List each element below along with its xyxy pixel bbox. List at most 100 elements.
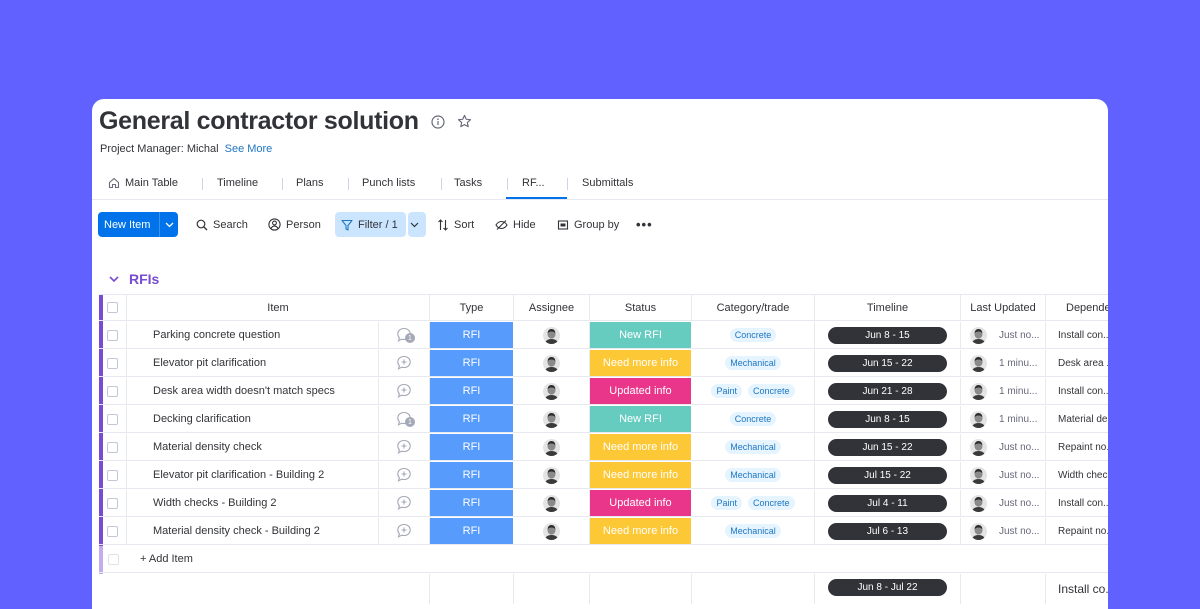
- timeline-cell[interactable]: Jul 15 - 22: [815, 462, 961, 489]
- tab-main-table[interactable]: Main Table: [108, 177, 178, 189]
- type-cell[interactable]: RFI: [430, 434, 514, 461]
- timeline-range[interactable]: Jul 6 - 13: [828, 522, 947, 540]
- assignee-cell[interactable]: [514, 490, 590, 517]
- assignee-cell[interactable]: [514, 434, 590, 461]
- add-update-icon[interactable]: [396, 439, 412, 455]
- type-cell[interactable]: RFI: [430, 378, 514, 405]
- category-cell[interactable]: Mechanical: [692, 350, 815, 377]
- item-name-cell[interactable]: Material density check - Building 2: [127, 518, 379, 545]
- chevron-down-icon[interactable]: [160, 222, 178, 228]
- column-header-item[interactable]: Item: [127, 294, 430, 321]
- table-row[interactable]: Decking clarification 1 RFI New RFI Concrete…: [99, 406, 1108, 434]
- timeline-range[interactable]: Jun 15 - 22: [828, 438, 947, 456]
- column-header-assignee[interactable]: Assignee: [514, 294, 590, 321]
- item-name-cell[interactable]: Elevator pit clarification: [127, 350, 379, 377]
- dependency-text[interactable]: Install con...: [1058, 386, 1108, 397]
- assignee-cell[interactable]: [514, 350, 590, 377]
- table-row[interactable]: Elevator pit clarification RFI Need more i…: [99, 350, 1108, 378]
- type-cell[interactable]: RFI: [430, 350, 514, 377]
- item-name[interactable]: Desk area width doesn't match specs: [153, 385, 335, 397]
- add-item-row[interactable]: + Add Item: [99, 546, 1108, 574]
- tab-plans[interactable]: Plans: [296, 177, 324, 189]
- row-checkbox-cell[interactable]: [99, 378, 127, 405]
- column-header-last-updated[interactable]: Last Updated: [961, 294, 1046, 321]
- timeline-cell[interactable]: Jul 4 - 11: [815, 490, 961, 517]
- timeline-cell[interactable]: Jun 21 - 28: [815, 378, 961, 405]
- info-icon[interactable]: [431, 114, 445, 129]
- updates-cell[interactable]: [379, 378, 430, 405]
- dependency-cell[interactable]: Desk area ...: [1046, 350, 1108, 377]
- add-update-icon[interactable]: [396, 523, 412, 539]
- row-checkbox-cell[interactable]: [99, 518, 127, 545]
- category-cell[interactable]: Paint Concrete: [692, 490, 815, 517]
- select-all-cell[interactable]: [99, 294, 127, 321]
- row-checkbox-cell[interactable]: [99, 406, 127, 433]
- dependency-text[interactable]: Width chec...: [1058, 470, 1108, 481]
- status-cell[interactable]: Updated info: [590, 490, 692, 517]
- add-update-icon[interactable]: [396, 467, 412, 483]
- category-cell[interactable]: Concrete: [692, 406, 815, 433]
- timeline-range[interactable]: Jun 15 - 22: [828, 354, 947, 372]
- table-row[interactable]: Width checks - Building 2 RFI Updated info…: [99, 490, 1108, 518]
- row-checkbox[interactable]: [107, 497, 118, 509]
- dependency-cell[interactable]: Install con...: [1046, 490, 1108, 517]
- updates-cell[interactable]: 1: [379, 322, 430, 349]
- filter-button[interactable]: Filter / 1: [335, 212, 406, 237]
- new-item-button[interactable]: New Item: [98, 212, 178, 237]
- add-item-label[interactable]: + Add Item: [140, 553, 193, 565]
- tab-submittals[interactable]: Submittals: [582, 177, 633, 189]
- item-name[interactable]: Elevator pit clarification: [153, 357, 266, 369]
- column-header-dependency[interactable]: Depende...: [1046, 294, 1108, 321]
- type-cell[interactable]: RFI: [430, 490, 514, 517]
- dependency-cell[interactable]: Repaint no...: [1046, 434, 1108, 461]
- updates-cell[interactable]: 1: [379, 406, 430, 433]
- item-name-cell[interactable]: Elevator pit clarification - Building 2: [127, 462, 379, 489]
- category-cell[interactable]: Paint Concrete: [692, 378, 815, 405]
- dependency-text[interactable]: Install con...: [1058, 498, 1108, 509]
- row-checkbox[interactable]: [107, 525, 118, 537]
- select-all-checkbox[interactable]: [107, 302, 118, 313]
- timeline-range[interactable]: Jun 8 - 15: [828, 410, 947, 428]
- column-header-type[interactable]: Type: [430, 294, 514, 321]
- group-title[interactable]: RFIs: [129, 271, 159, 287]
- assignee-cell[interactable]: [514, 322, 590, 349]
- person-filter-button[interactable]: Person: [268, 212, 321, 237]
- table-row[interactable]: Material density check - Building 2 RFI Ne…: [99, 518, 1108, 546]
- see-more-link[interactable]: See More: [225, 143, 273, 155]
- type-cell[interactable]: RFI: [430, 406, 514, 433]
- dependency-cell[interactable]: Repaint no...: [1046, 518, 1108, 545]
- row-checkbox[interactable]: [107, 469, 118, 481]
- timeline-cell[interactable]: Jun 8 - 15: [815, 406, 961, 433]
- timeline-range[interactable]: Jul 4 - 11: [828, 494, 947, 512]
- tab-rfis[interactable]: RF...: [522, 177, 545, 189]
- assignee-cell[interactable]: [514, 518, 590, 545]
- dependency-cell[interactable]: Install con...: [1046, 378, 1108, 405]
- item-name-cell[interactable]: Width checks - Building 2: [127, 490, 379, 517]
- group-header[interactable]: RFIs: [109, 271, 159, 287]
- hide-button[interactable]: Hide: [495, 212, 536, 237]
- table-row[interactable]: Parking concrete question 1 RFI New RFI Conc…: [99, 322, 1108, 350]
- timeline-cell[interactable]: Jun 15 - 22: [815, 350, 961, 377]
- chevron-down-icon[interactable]: [109, 275, 119, 283]
- tab-punch-lists[interactable]: Punch lists: [362, 177, 415, 189]
- table-row[interactable]: Material density check RFI Need more info M…: [99, 434, 1108, 462]
- dependency-text[interactable]: Desk area ...: [1058, 358, 1108, 369]
- dependency-text[interactable]: Repaint no...: [1058, 442, 1108, 453]
- item-name-cell[interactable]: Material density check: [127, 434, 379, 461]
- category-cell[interactable]: Mechanical: [692, 462, 815, 489]
- type-cell[interactable]: RFI: [430, 322, 514, 349]
- status-cell[interactable]: Need more info: [590, 518, 692, 545]
- type-cell[interactable]: RFI: [430, 518, 514, 545]
- row-checkbox-cell[interactable]: [99, 490, 127, 517]
- item-name-cell[interactable]: Parking concrete question: [127, 322, 379, 349]
- status-cell[interactable]: Need more info: [590, 434, 692, 461]
- chevron-down-icon[interactable]: [408, 212, 426, 237]
- timeline-cell[interactable]: Jul 6 - 13: [815, 518, 961, 545]
- dependency-cell[interactable]: Install con...: [1046, 322, 1108, 349]
- status-cell[interactable]: Updated info: [590, 378, 692, 405]
- add-update-icon[interactable]: [396, 383, 412, 399]
- updates-cell[interactable]: [379, 434, 430, 461]
- row-checkbox[interactable]: [107, 357, 118, 369]
- search-button[interactable]: Search: [196, 212, 248, 237]
- row-checkbox-cell[interactable]: [99, 322, 127, 349]
